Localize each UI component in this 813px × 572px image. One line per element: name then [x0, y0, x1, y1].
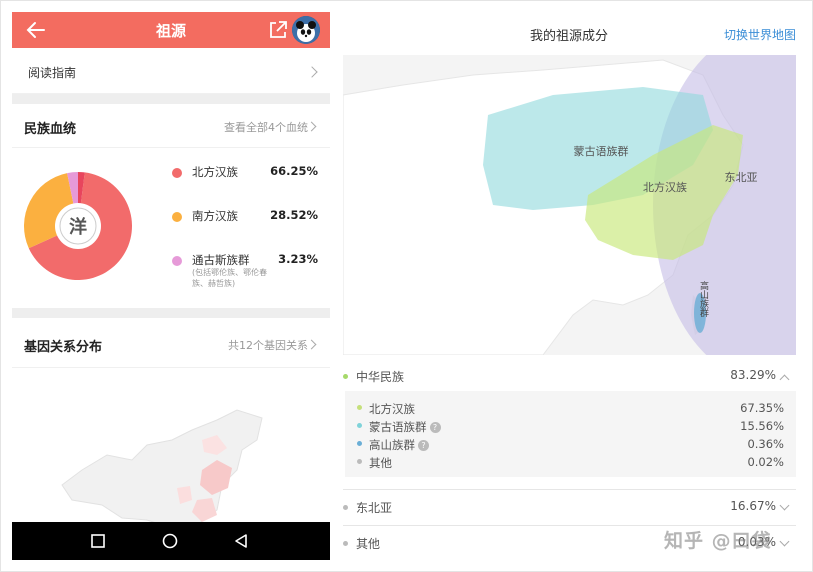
legend-dot	[172, 256, 182, 266]
help-icon[interactable]: ?	[418, 440, 429, 451]
legend-dot	[172, 168, 182, 178]
subgroup-name: 其他	[369, 456, 392, 470]
group-value: 83.29%	[730, 368, 776, 382]
subgroup-list: 北方汉族 67.35% 蒙古语族群? 15.56% 高山族群? 0.36% 其他…	[345, 391, 796, 477]
section-divider	[12, 308, 330, 318]
group-dot	[343, 505, 348, 510]
gene-count-link[interactable]: 共12个基因关系	[228, 337, 308, 353]
map-label-north-han: 北方汉族	[643, 180, 687, 194]
top-app-bar: 祖源	[12, 12, 330, 48]
group-row-northeast-asia[interactable]: 东北亚 16.67%	[343, 492, 796, 522]
chevron-up-icon	[779, 374, 790, 385]
home-icon[interactable]	[160, 531, 180, 551]
legend-percent: 28.52%	[270, 208, 318, 222]
panda-avatar-icon[interactable]	[292, 16, 320, 44]
back-triangle-icon[interactable]	[231, 531, 251, 551]
subgroup-dot	[357, 441, 362, 446]
reading-guide-label: 阅读指南	[28, 66, 77, 80]
legend-percent: 66.25%	[270, 164, 318, 178]
subgroup-value: 0.02%	[747, 455, 784, 469]
chevron-down-icon	[779, 500, 790, 511]
subgroup-dot	[357, 423, 362, 428]
subgroup-dot	[357, 405, 362, 410]
chevron-right-icon	[306, 339, 317, 350]
group-name: 其他	[356, 537, 381, 551]
phone-screen: 祖源 阅读指南 民族血统 查看全部4个血统 洋 北方汉族 66.25% 南方汉族…	[12, 12, 330, 560]
group-dot	[343, 541, 348, 546]
legend-dot	[172, 212, 182, 222]
subgroup-dot	[357, 459, 362, 464]
badge-text: 洋	[69, 216, 87, 238]
subgroup-value: 67.35%	[740, 401, 784, 415]
legend-name: 南方汉族	[192, 209, 238, 223]
external-link-icon[interactable]	[267, 19, 289, 41]
group-name: 东北亚	[356, 501, 393, 515]
subgroup-name: 北方汉族	[369, 402, 415, 416]
subgroup-value: 15.56%	[740, 419, 784, 433]
group-dot	[343, 374, 348, 379]
section-divider	[12, 94, 330, 104]
ethnic-heading: 民族血统	[24, 122, 77, 137]
subgroup-name: 蒙古语族群?	[369, 419, 441, 435]
map-label-gaoshan: 高山族群	[698, 280, 709, 318]
group-row-chinese[interactable]: 中华民族 83.29%	[343, 361, 796, 391]
group-value: 16.67%	[730, 499, 776, 513]
legend-subnote: (包括鄂伦族、鄂伦春族、赫哲族)	[192, 268, 268, 288]
zhihu-watermark: 知乎 @曰袋	[664, 530, 772, 552]
chevron-right-icon	[306, 66, 318, 78]
help-icon[interactable]: ?	[429, 422, 441, 433]
gene-heading: 基因关系分布	[24, 340, 103, 355]
subgroup-row: 蒙古语族群? 15.56%	[345, 417, 796, 435]
chevron-down-icon	[779, 536, 790, 547]
ancestry-region-map[interactable]: 蒙古语族群 北方汉族 东北亚 高山族群	[343, 55, 796, 355]
reading-guide-row[interactable]: 阅读指南	[12, 48, 330, 94]
view-all-ethnic-link[interactable]: 查看全部4个血统	[224, 119, 308, 135]
ethnic-donut-chart: 洋	[24, 172, 132, 280]
ethnic-section-header[interactable]: 民族血统 查看全部4个血统	[12, 104, 330, 148]
legend-name: 北方汉族	[192, 165, 238, 179]
subgroup-row: 高山族群? 0.36%	[345, 435, 796, 453]
android-nav-bar	[12, 522, 330, 560]
map-label-northeast-asia: 东北亚	[725, 171, 758, 184]
legend-percent: 3.23%	[278, 252, 318, 266]
map-label-mongol: 蒙古语族群	[574, 144, 629, 158]
subgroup-row: 北方汉族 67.35%	[345, 399, 796, 417]
divider	[343, 489, 796, 490]
subgroup-value: 0.36%	[747, 437, 784, 451]
china-mini-map	[61, 409, 263, 529]
subgroup-row: 其他 0.02%	[345, 453, 796, 471]
switch-world-map-link[interactable]: 切换世界地图	[724, 26, 796, 43]
recent-apps-icon[interactable]	[88, 531, 108, 551]
gene-section-header[interactable]: 基因关系分布 共12个基因关系	[12, 318, 330, 368]
subgroup-name: 高山族群?	[369, 437, 429, 453]
chevron-right-icon	[306, 121, 317, 132]
legend-name: 通古斯族群	[192, 253, 250, 267]
group-name: 中华民族	[356, 370, 405, 384]
